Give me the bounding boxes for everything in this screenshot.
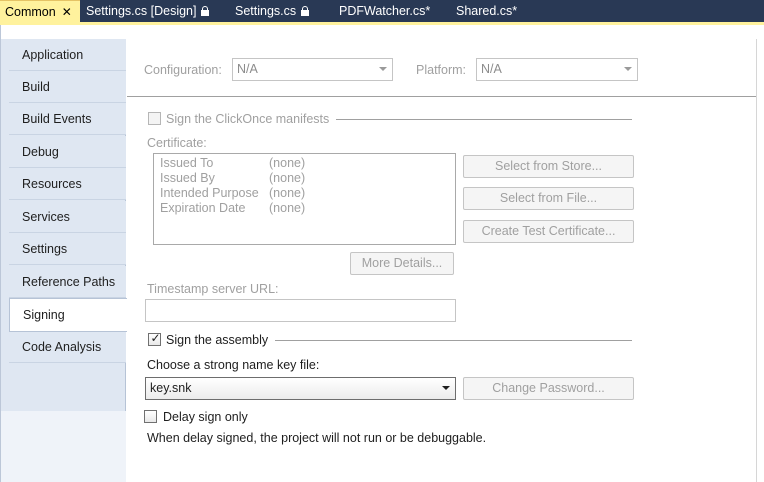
lock-icon (200, 6, 210, 16)
expiration-date-value: (none) (269, 201, 306, 215)
configuration-label: Configuration: (144, 63, 222, 77)
nav-empty-area (1, 411, 126, 482)
nav-item-settings[interactable]: Settings (9, 233, 126, 265)
signing-page: Configuration: N/A Platform: N/A Sign th… (127, 39, 764, 482)
timestamp-label: Timestamp server URL: (147, 282, 279, 296)
tab-settings-cs[interactable]: Settings.cs (235, 0, 310, 22)
nav-item-services[interactable]: Services (9, 201, 126, 233)
delay-sign-note: When delay signed, the project will not … (147, 431, 487, 445)
keyfile-label: Choose a strong name key file: (147, 358, 320, 372)
nav-item-signing[interactable]: Signing (9, 298, 127, 332)
nav-item-application[interactable]: Application (9, 39, 126, 71)
tab-label: PDFWatcher.cs* (339, 4, 431, 18)
section-divider (275, 340, 632, 341)
tab-label: Common (5, 5, 56, 19)
sign-assembly-checkbox[interactable]: ✓ (148, 331, 161, 346)
vertical-scrollbar-track[interactable] (756, 39, 764, 482)
document-tab-strip: Common ✕ Settings.cs [Design] Settings.cs… (0, 0, 764, 22)
tab-pdfwatcher[interactable]: PDFWatcher.cs* (339, 0, 430, 22)
issued-by-value: (none) (269, 171, 306, 185)
tab-label: Settings.cs (235, 4, 297, 18)
chevron-down-icon (442, 386, 450, 390)
close-icon[interactable]: ✕ (60, 1, 74, 23)
issued-to-value: (none) (269, 156, 306, 170)
sign-clickonce-checkbox[interactable] (148, 112, 161, 125)
issued-by-key: Issued By (160, 171, 215, 185)
tab-shared[interactable]: Shared.cs* (456, 0, 517, 22)
properties-nav: Application Build Build Events Debug Res… (1, 39, 127, 482)
select-from-file-button[interactable]: Select from File... (463, 187, 634, 210)
sign-assembly-label: Sign the assembly (166, 333, 269, 347)
configuration-bar: Configuration: N/A Platform: N/A (127, 39, 764, 97)
certificate-label: Certificate: (147, 136, 207, 150)
issued-to-key: Issued To (160, 156, 214, 170)
create-test-certificate-button[interactable]: Create Test Certificate... (463, 220, 634, 243)
intended-purpose-key: Intended Purpose (160, 186, 259, 200)
tab-label: Shared.cs* (456, 4, 518, 18)
delay-sign-label: Delay sign only (163, 410, 248, 424)
checkmark-icon: ✓ (150, 331, 161, 345)
tab-label: Settings.cs [Design] (86, 4, 197, 18)
certificate-details-box: Issued To (none) Issued By (none) Intend… (153, 153, 456, 245)
nav-item-code-analysis[interactable]: Code Analysis (9, 331, 126, 363)
timestamp-url-input[interactable] (145, 299, 456, 322)
platform-dropdown[interactable]: N/A (476, 58, 638, 81)
tab-settings-design[interactable]: Settings.cs [Design] (86, 0, 210, 22)
nav-item-build[interactable]: Build (9, 71, 126, 103)
chevron-down-icon (624, 67, 632, 71)
project-properties-window: Application Build Build Events Debug Res… (0, 25, 764, 482)
delay-sign-checkbox[interactable] (144, 410, 157, 423)
configuration-dropdown[interactable]: N/A (232, 58, 393, 81)
nav-item-debug[interactable]: Debug (9, 136, 126, 168)
sign-clickonce-label: Sign the ClickOnce manifests (166, 112, 330, 126)
chevron-down-icon (379, 67, 387, 71)
select-from-store-button[interactable]: Select from Store... (463, 155, 634, 178)
tab-common[interactable]: Common ✕ (0, 0, 80, 22)
intended-purpose-value: (none) (269, 186, 306, 200)
nav-item-build-events[interactable]: Build Events (9, 103, 126, 135)
expiration-date-key: Expiration Date (160, 201, 246, 215)
lock-icon (300, 6, 310, 16)
nav-item-reference-paths[interactable]: Reference Paths (9, 266, 126, 298)
nav-item-resources[interactable]: Resources (9, 168, 126, 200)
change-password-button[interactable]: Change Password... (463, 377, 634, 400)
keyfile-dropdown[interactable]: key.snk (145, 377, 456, 400)
more-details-button[interactable]: More Details... (350, 252, 454, 275)
section-divider (336, 119, 632, 120)
platform-label: Platform: (416, 63, 467, 77)
